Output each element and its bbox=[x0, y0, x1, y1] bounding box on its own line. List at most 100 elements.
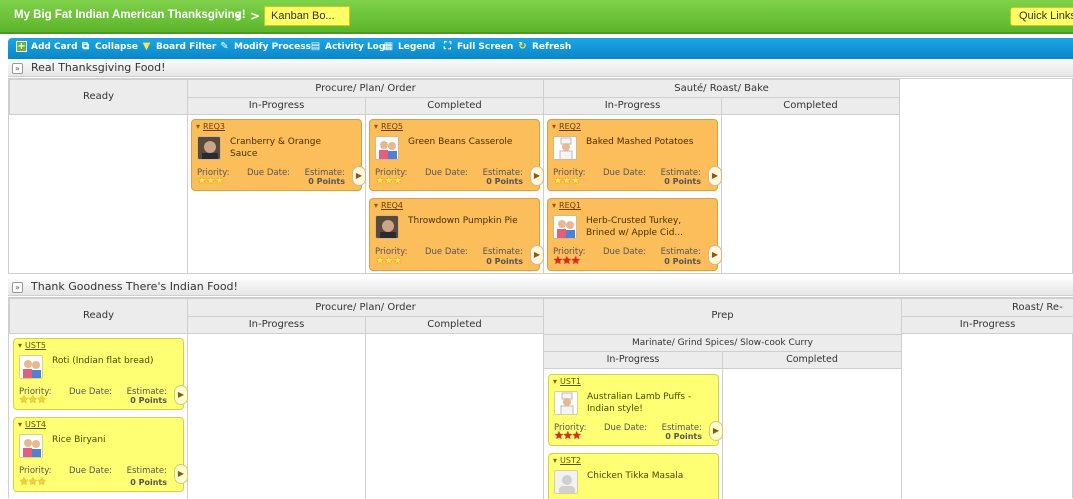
avatar bbox=[554, 470, 578, 494]
expand-arrow-icon[interactable]: ▶ bbox=[530, 166, 544, 186]
full-screen-button[interactable]: ⛶ Full Screen bbox=[442, 41, 513, 52]
column-group-procure[interactable]: Procure/ Plan/ Order bbox=[187, 298, 544, 317]
column-header-in-progress[interactable]: In-Progress bbox=[901, 316, 1073, 334]
column-group-prep[interactable]: Prep bbox=[543, 298, 902, 335]
card-id-link[interactable]: REQ5 bbox=[374, 122, 403, 131]
refresh-label: Refresh bbox=[532, 41, 572, 52]
project-title[interactable]: My Big Fat Indian American Thanksgiving! bbox=[14, 9, 246, 21]
expand-arrow-icon[interactable]: ▶ bbox=[708, 166, 722, 186]
modify-process-label: Modify Process bbox=[234, 41, 311, 52]
chevron-down-icon[interactable]: ▾ bbox=[236, 12, 241, 22]
card-title: Cranberry & Orange Sauce bbox=[230, 137, 322, 159]
kanban-card[interactable]: REQ3 Cranberry & Orange Sauce Priority: … bbox=[191, 119, 366, 191]
lane-toggle-icon[interactable]: » bbox=[12, 63, 23, 74]
column-header-in-progress[interactable]: In-Progress bbox=[187, 316, 366, 334]
card-points: 0 Points bbox=[664, 177, 701, 186]
kanban-card[interactable]: REQ1 Herb-Crusted Turkey, Brined w/ Appl… bbox=[547, 198, 722, 271]
swimlane-title: Thank Goodness There's Indian Food! bbox=[31, 280, 238, 293]
estimate-label: Estimate: bbox=[482, 247, 523, 257]
column-header-ready[interactable]: Ready bbox=[9, 79, 188, 115]
card-id-link[interactable]: REQ3 bbox=[196, 122, 225, 131]
kanban-card[interactable]: UST4 Rice Biryani Priority: Due Date: Es… bbox=[13, 417, 188, 492]
column-group-label: Procure/ Plan/ Order bbox=[315, 83, 416, 94]
activity-log-label: Activity Log bbox=[325, 41, 386, 52]
column-group-procure[interactable]: Procure/ Plan/ Order bbox=[187, 79, 544, 98]
column-header-in-progress[interactable]: In-Progress bbox=[543, 97, 722, 115]
legend-label: Legend bbox=[398, 41, 436, 52]
expand-arrow-icon[interactable]: ▶ bbox=[708, 245, 722, 265]
board-filter-button[interactable]: ▼ Board Filter bbox=[141, 41, 217, 52]
card-title: Baked Mashed Potatoes bbox=[586, 137, 694, 147]
column-group-saute[interactable]: Sauté/ Roast/ Bake bbox=[543, 79, 900, 98]
kanban-card[interactable]: REQ4 Throwdown Pumpkin Pie Priority: Due… bbox=[369, 198, 544, 271]
card-id-link[interactable]: UST4 bbox=[18, 420, 46, 429]
card-id-link[interactable]: UST1 bbox=[553, 377, 581, 386]
legend-button[interactable]: ▦ Legend bbox=[383, 41, 435, 52]
card-id-link[interactable]: REQ1 bbox=[552, 201, 581, 210]
card-id-link[interactable]: UST2 bbox=[553, 456, 581, 465]
expand-arrow-icon[interactable]: ▶ bbox=[174, 464, 188, 484]
column-header-completed[interactable]: Completed bbox=[721, 97, 900, 115]
modify-process-button[interactable]: ✎ Modify Process bbox=[219, 41, 311, 52]
refresh-button[interactable]: ↻ Refresh bbox=[517, 41, 571, 52]
kanban-card[interactable]: REQ2 Baked Mashed Potatoes Priority: Due… bbox=[547, 119, 722, 191]
priority-stars: ★★★ bbox=[554, 429, 582, 442]
column-header-in-progress[interactable]: In-Progress bbox=[543, 351, 723, 369]
column-label: Completed bbox=[786, 354, 838, 365]
column-label: Completed bbox=[783, 100, 838, 111]
card-id-link[interactable]: UST5 bbox=[18, 341, 46, 350]
priority-stars: ★★★ bbox=[375, 174, 403, 187]
column-header-completed[interactable]: Completed bbox=[365, 316, 544, 334]
kanban-card[interactable]: UST1 Australian Lamb Puffs - Indian styl… bbox=[548, 374, 723, 446]
column-group-roast[interactable]: Roast/ Re- bbox=[901, 298, 1073, 317]
column-label: In-Progress bbox=[959, 319, 1016, 330]
avatar bbox=[375, 215, 399, 239]
swimlane-title: Real Thanksgiving Food! bbox=[31, 61, 166, 74]
column-group-label: Prep bbox=[711, 310, 734, 321]
card-id-link[interactable]: REQ2 bbox=[552, 122, 581, 131]
column-header-completed[interactable]: Completed bbox=[365, 97, 544, 115]
column-subgroup-label: Marinate/ Grind Spices/ Slow-cook Curry bbox=[631, 338, 814, 348]
board-tab[interactable]: Kanban Bo... bbox=[264, 6, 350, 26]
card-points: 0 Points bbox=[130, 478, 167, 487]
column-label: Ready bbox=[82, 91, 115, 102]
legend-grid-icon: ▦ bbox=[383, 41, 394, 52]
board-toolbar: + Add Card ⧉ Collapse ▼ Board Filter ✎ M… bbox=[8, 38, 1073, 59]
expand-arrow-icon[interactable]: ▶ bbox=[530, 245, 544, 265]
swimlane-header-real-thanksgiving: » Real Thanksgiving Food! bbox=[8, 60, 1073, 77]
add-card-button[interactable]: + Add Card bbox=[16, 41, 78, 52]
due-date-label: Due Date: bbox=[604, 423, 648, 433]
activity-log-button[interactable]: ▤ Activity Log bbox=[310, 41, 386, 52]
card-id-link[interactable]: REQ4 bbox=[374, 201, 403, 210]
avatar bbox=[19, 434, 43, 458]
column-header-in-progress[interactable]: In-Progress bbox=[187, 97, 366, 115]
column-label: In-Progress bbox=[606, 354, 660, 365]
kanban-card[interactable]: UST5 Roti (Indian flat bread) Priority: … bbox=[13, 338, 188, 410]
card-points: 0 Points bbox=[664, 257, 701, 266]
kanban-card[interactable]: REQ5 Green Beans Casserole Priority: Due… bbox=[369, 119, 544, 191]
avatar bbox=[19, 355, 43, 379]
lane-toggle-icon[interactable]: » bbox=[12, 282, 23, 293]
kanban-card[interactable]: UST2 Chicken Tikka Masala bbox=[548, 453, 719, 499]
collapse-button[interactable]: ⧉ Collapse bbox=[80, 41, 138, 52]
due-date-label: Due Date: bbox=[425, 168, 469, 178]
column-divider bbox=[543, 334, 544, 499]
due-date-label: Due Date: bbox=[69, 466, 113, 476]
due-date-label: Due Date: bbox=[69, 387, 113, 397]
priority-stars: ★★★ bbox=[19, 393, 47, 406]
column-divider bbox=[901, 334, 902, 499]
edit-document-icon: ✎ bbox=[220, 41, 229, 52]
quick-links-button[interactable]: Quick Links bbox=[1010, 7, 1073, 26]
expand-arrow-icon[interactable]: ▶ bbox=[352, 166, 366, 186]
expand-arrow-icon[interactable]: ▶ bbox=[709, 421, 723, 441]
column-header-ready[interactable]: Ready bbox=[9, 298, 188, 334]
estimate-label: Estimate: bbox=[660, 247, 701, 257]
column-label: In-Progress bbox=[604, 100, 661, 111]
column-divider bbox=[365, 115, 366, 273]
priority-stars: ★★★ bbox=[19, 475, 47, 488]
column-header-completed[interactable]: Completed bbox=[722, 351, 902, 369]
expand-arrow-icon[interactable]: ▶ bbox=[174, 385, 188, 405]
column-subgroup-marinate[interactable]: Marinate/ Grind Spices/ Slow-cook Curry bbox=[543, 334, 902, 352]
board-filter-label: Board Filter bbox=[156, 41, 217, 52]
swimlane-header-indian-food: » Thank Goodness There's Indian Food! bbox=[8, 279, 1073, 296]
